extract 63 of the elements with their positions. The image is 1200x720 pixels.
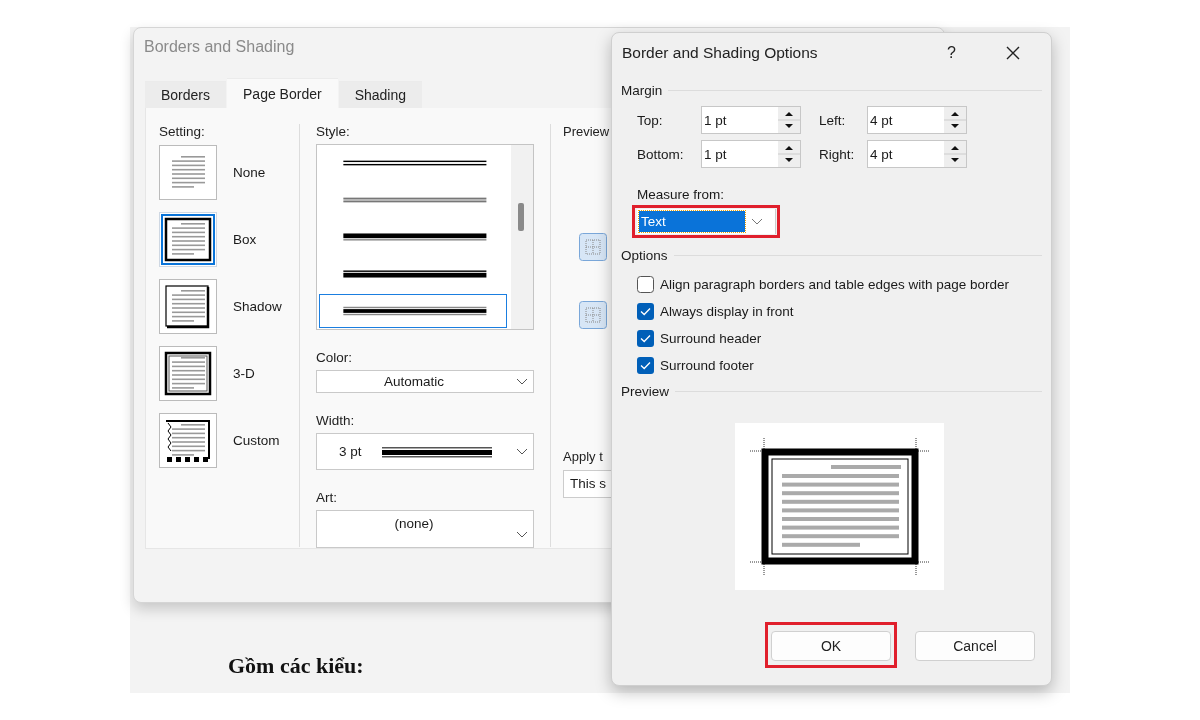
apply-to-label: Apply t — [563, 449, 604, 464]
spin-arrows-icon — [944, 107, 966, 133]
window-title: Border and Shading Options — [622, 44, 819, 62]
field-label: Left: — [819, 112, 847, 128]
checkbox[interactable] — [637, 276, 654, 293]
spin-field[interactable]: 1 pt — [701, 140, 801, 168]
measure-from-label: Measure from: — [637, 187, 726, 202]
spin-arrows-icon — [778, 107, 800, 133]
tab[interactable]: Borders — [145, 81, 227, 108]
line-style-option[interactable] — [319, 294, 507, 328]
help-button[interactable]: ? — [943, 44, 960, 62]
setting-label: Setting: — [159, 124, 206, 139]
measure-from-dropdown[interactable]: Text — [637, 209, 776, 234]
setting-label: Box — [233, 232, 257, 247]
setting-label: 3-D — [233, 366, 255, 381]
spin-field[interactable]: 4 pt — [867, 106, 967, 134]
checkbox[interactable] — [637, 330, 654, 347]
checkbox-label: Surround header — [660, 331, 762, 346]
color-label: Color: — [316, 350, 353, 365]
document-text: Gồm các kiểu: — [228, 653, 364, 679]
scrollbar[interactable] — [511, 145, 533, 329]
width-label: Width: — [316, 413, 356, 429]
checkbox[interactable] — [637, 357, 654, 374]
window-title: Borders and Shading — [144, 38, 295, 57]
section-label: Preview — [621, 384, 669, 399]
spin-arrows-icon — [778, 141, 800, 167]
spin-arrows-icon — [944, 141, 966, 167]
art-label: Art: — [316, 490, 338, 506]
checkbox-label: Align paragraph borders and table edges with page border — [660, 277, 1009, 292]
setting-option[interactable] — [159, 279, 217, 334]
scroll-thumb[interactable] — [518, 203, 524, 231]
style-label: Style: — [316, 124, 351, 139]
style-list[interactable] — [316, 144, 534, 330]
setting-label: None — [233, 165, 266, 180]
close-icon[interactable] — [1006, 46, 1020, 60]
field-label: Right: — [819, 146, 856, 162]
setting-label: Shadow — [233, 299, 282, 314]
chevron-icon — [516, 531, 528, 540]
dialog-button[interactable]: Cancel — [915, 631, 1035, 661]
checkbox-label: Surround footer — [660, 358, 754, 373]
color-dropdown[interactable]: Automatic — [316, 370, 534, 394]
tab[interactable]: Shading — [338, 81, 423, 108]
setting-label: Custom — [233, 433, 280, 448]
setting-option[interactable] — [159, 413, 217, 468]
checkbox-label: Always display in front — [660, 304, 794, 319]
setting-option[interactable] — [159, 212, 217, 267]
section-label: Options — [621, 248, 668, 263]
chevron-icon — [751, 217, 763, 226]
width-dropdown[interactable]: 3 pt — [316, 433, 534, 471]
dialog-button[interactable]: OK — [771, 631, 891, 661]
line-style-icon — [381, 445, 492, 458]
tab[interactable]: Page Border — [227, 78, 338, 108]
preview-label: Preview — [563, 124, 611, 139]
section-label: Margin — [621, 83, 663, 98]
chevron-icon — [516, 377, 528, 386]
spin-field[interactable]: 4 pt — [867, 140, 967, 168]
field-label: Top: — [637, 112, 664, 128]
setting-option[interactable] — [159, 346, 217, 401]
chevron-icon — [516, 447, 528, 456]
spin-field[interactable]: 1 pt — [701, 106, 801, 134]
checkbox[interactable] — [637, 303, 654, 320]
art-dropdown[interactable]: (none) — [316, 510, 534, 548]
field-label: Bottom: — [637, 146, 685, 162]
